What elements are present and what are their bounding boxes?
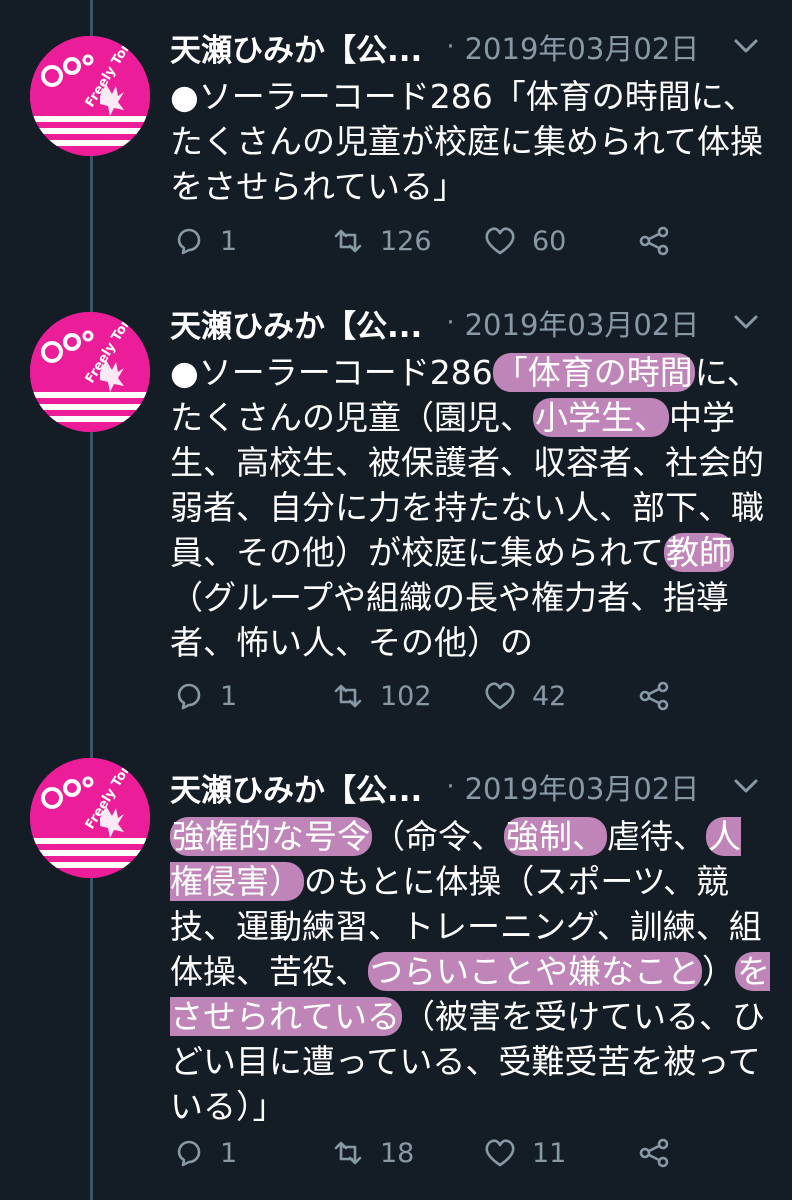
like-button[interactable]: 60 bbox=[482, 223, 566, 259]
tweet-date[interactable]: 2019年03月02日 bbox=[465, 26, 700, 68]
tweet-header: 天瀬ひみか【公... · 2019年03月02日 bbox=[170, 22, 770, 72]
text-segment: （グループや組織の長や権力者、指導者、怖い人、その他）の bbox=[170, 578, 730, 662]
highlighted-text: つらいことや嫌なこと bbox=[368, 952, 702, 991]
tweet-actions: 1 102 42 bbox=[170, 678, 770, 718]
reply-icon bbox=[177, 683, 201, 710]
retweets-count: 18 bbox=[380, 1137, 415, 1169]
share-button[interactable] bbox=[636, 678, 672, 714]
tweet-header: 天瀬ひみか【公... · 2019年03月02日 bbox=[170, 762, 770, 812]
replies-count: 1 bbox=[220, 680, 238, 712]
highlighted-text: 教師 bbox=[664, 533, 735, 572]
chevron-down-icon[interactable] bbox=[732, 776, 760, 796]
text-segment: ●ソーラーコード286「体育の時間に、たくさんの児童が校庭に集められて体操をさせ… bbox=[170, 77, 764, 206]
tweet-date[interactable]: 2019年03月02日 bbox=[465, 766, 700, 808]
author-name[interactable]: 天瀬ひみか【公... bbox=[170, 25, 422, 70]
share-button[interactable] bbox=[636, 223, 672, 259]
separator-dot: · bbox=[446, 772, 455, 802]
like-button[interactable]: 11 bbox=[482, 1135, 566, 1171]
retweet-button[interactable]: 126 bbox=[330, 223, 432, 259]
reply-button[interactable]: 1 bbox=[170, 678, 237, 714]
retweets-count: 102 bbox=[380, 680, 432, 712]
reply-button[interactable]: 1 bbox=[170, 1135, 237, 1171]
retweet-button[interactable]: 102 bbox=[330, 678, 432, 714]
share-icon bbox=[639, 681, 669, 711]
share-icon bbox=[639, 1138, 669, 1168]
tweet-text: ●ソーラーコード286「体育の時間に、たくさんの児童（園児、小学生、中学生、高校… bbox=[170, 350, 770, 665]
likes-count: 42 bbox=[532, 680, 567, 712]
chevron-down-icon[interactable] bbox=[732, 36, 760, 56]
retweet-icon bbox=[334, 229, 362, 253]
share-icon bbox=[639, 226, 669, 256]
replies-count: 1 bbox=[220, 1137, 238, 1169]
tweet-text: ●ソーラーコード286「体育の時間に、たくさんの児童が校庭に集められて体操をさせ… bbox=[170, 74, 770, 209]
highlighted-text: 強権的な号令 bbox=[170, 817, 372, 856]
reply-icon bbox=[177, 1140, 201, 1167]
highlighted-text: 小学生、 bbox=[533, 398, 669, 437]
heart-icon bbox=[485, 1139, 515, 1167]
retweet-icon bbox=[334, 1141, 362, 1165]
author-name[interactable]: 天瀬ひみか【公... bbox=[170, 301, 422, 346]
tweet-actions: 1 18 11 bbox=[170, 1135, 770, 1175]
likes-count: 11 bbox=[532, 1137, 567, 1169]
tweet-header: 天瀬ひみか【公... · 2019年03月02日 bbox=[170, 298, 770, 348]
text-segment: （命令、 bbox=[372, 817, 504, 856]
share-button[interactable] bbox=[636, 1135, 672, 1171]
likes-count: 60 bbox=[532, 225, 567, 257]
like-button[interactable]: 42 bbox=[482, 678, 566, 714]
heart-icon bbox=[485, 227, 515, 255]
tweet-actions: 1 126 60 bbox=[170, 223, 770, 263]
heart-icon bbox=[485, 682, 515, 710]
separator-dot: · bbox=[446, 308, 455, 338]
avatar[interactable]: Freely Tomorrow bbox=[30, 312, 150, 432]
reply-icon bbox=[177, 228, 201, 255]
highlighted-text: 強制、 bbox=[504, 817, 607, 856]
tweet-text: 強権的な号令（命令、強制、虐待、人権侵害）のもとに体操（スポーツ、競技、運動練習… bbox=[170, 814, 770, 1129]
reply-button[interactable]: 1 bbox=[170, 223, 237, 259]
replies-count: 1 bbox=[220, 225, 238, 257]
author-name[interactable]: 天瀬ひみか【公... bbox=[170, 765, 422, 810]
text-segment: 虐待、 bbox=[607, 817, 706, 856]
thread-connector-line bbox=[90, 0, 93, 1200]
chevron-down-icon[interactable] bbox=[732, 312, 760, 332]
tweet-date[interactable]: 2019年03月02日 bbox=[465, 302, 700, 344]
text-segment: ●ソーラーコード286 bbox=[170, 353, 493, 392]
retweets-count: 126 bbox=[380, 225, 432, 257]
text-segment: ） bbox=[702, 952, 735, 991]
separator-dot: · bbox=[446, 32, 455, 62]
highlighted-text: 「体育の時間 bbox=[492, 353, 695, 392]
avatar[interactable]: Freely Tomorrow bbox=[30, 36, 150, 156]
retweet-icon bbox=[334, 684, 362, 708]
retweet-button[interactable]: 18 bbox=[330, 1135, 414, 1171]
avatar[interactable]: Freely Tomorrow bbox=[30, 758, 150, 878]
